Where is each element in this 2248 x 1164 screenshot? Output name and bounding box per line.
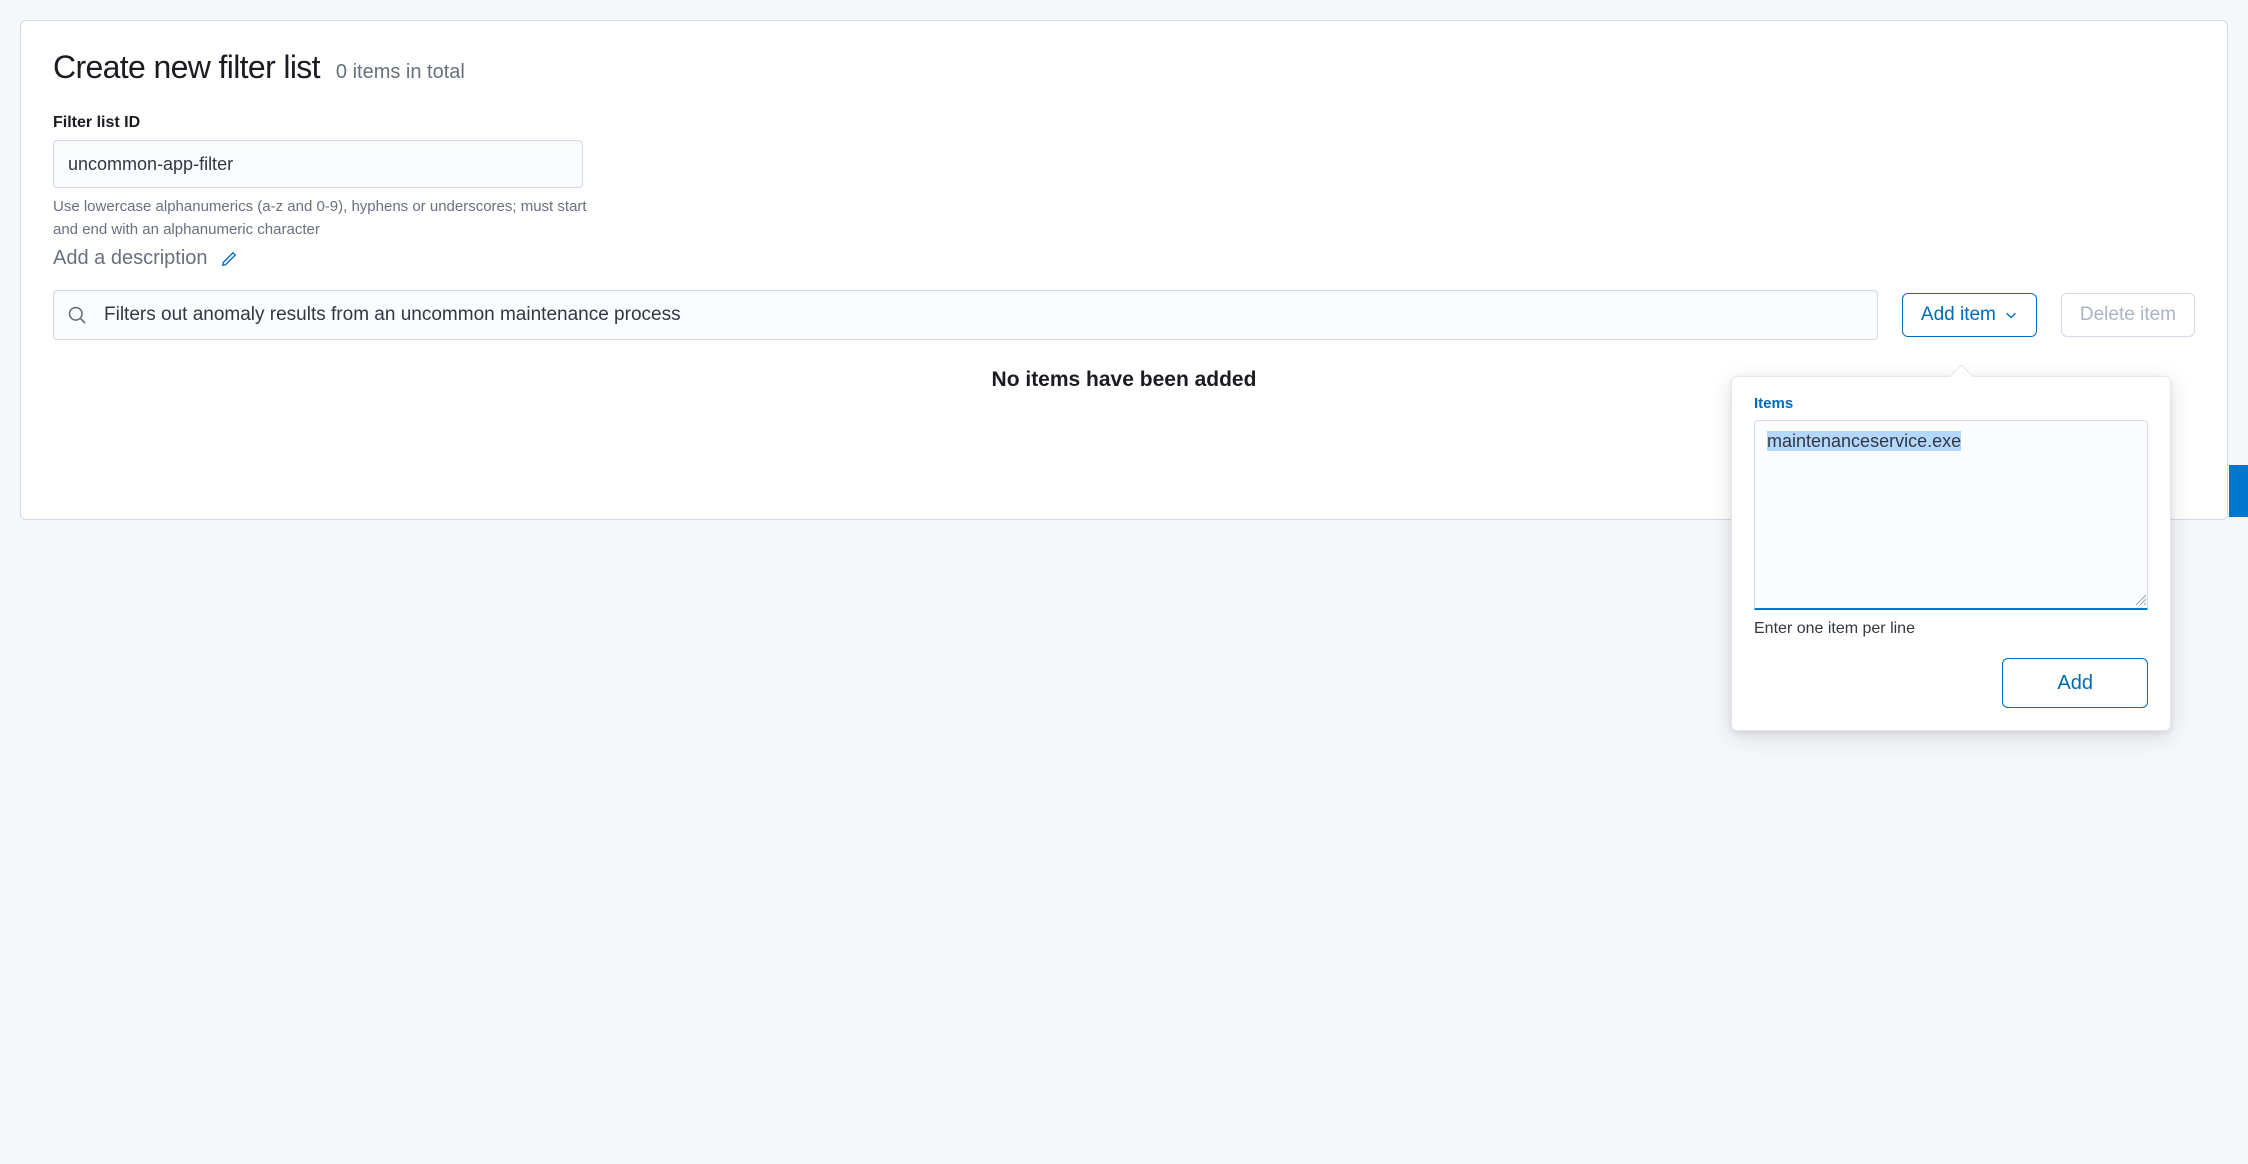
search-icon bbox=[67, 305, 87, 325]
item-count: 0 items in total bbox=[336, 61, 465, 84]
items-label: Items bbox=[1754, 395, 2148, 412]
add-item-label: Add item bbox=[1921, 304, 1996, 326]
page-title: Create new filter list bbox=[53, 49, 320, 86]
search-wrapper bbox=[53, 290, 1878, 340]
search-input[interactable] bbox=[53, 290, 1878, 340]
description-placeholder: Add a description bbox=[53, 247, 208, 270]
toolbar: Add item Delete item bbox=[53, 290, 2195, 340]
description-row[interactable]: Add a description bbox=[53, 247, 2195, 270]
items-help-text: Enter one item per line bbox=[1754, 620, 2148, 638]
items-textarea[interactable]: maintenanceservice.exe bbox=[1754, 420, 2148, 610]
resize-handle-icon bbox=[2134, 593, 2146, 605]
side-panel-edge bbox=[2229, 465, 2248, 517]
delete-item-label: Delete item bbox=[2080, 304, 2176, 326]
add-button[interactable]: Add bbox=[2002, 658, 2148, 708]
items-textarea-selection: maintenanceservice.exe bbox=[1767, 431, 1961, 451]
pencil-icon[interactable] bbox=[220, 250, 238, 268]
filter-id-field-group: Filter list ID Use lowercase alphanumeri… bbox=[53, 114, 2195, 241]
add-item-button[interactable]: Add item bbox=[1902, 293, 2037, 337]
filter-id-input[interactable] bbox=[53, 140, 583, 188]
delete-item-button: Delete item bbox=[2061, 293, 2195, 337]
popover-actions: Add bbox=[1754, 658, 2148, 708]
chevron-down-icon bbox=[2004, 308, 2018, 322]
filter-id-label: Filter list ID bbox=[53, 114, 2195, 132]
create-filter-list-panel: Create new filter list 0 items in total … bbox=[20, 20, 2228, 520]
filter-id-help-text: Use lowercase alphanumerics (a-z and 0-9… bbox=[53, 196, 593, 241]
header: Create new filter list 0 items in total bbox=[53, 49, 2195, 86]
add-item-popover: Items maintenanceservice.exe Enter one i… bbox=[1731, 376, 2171, 731]
